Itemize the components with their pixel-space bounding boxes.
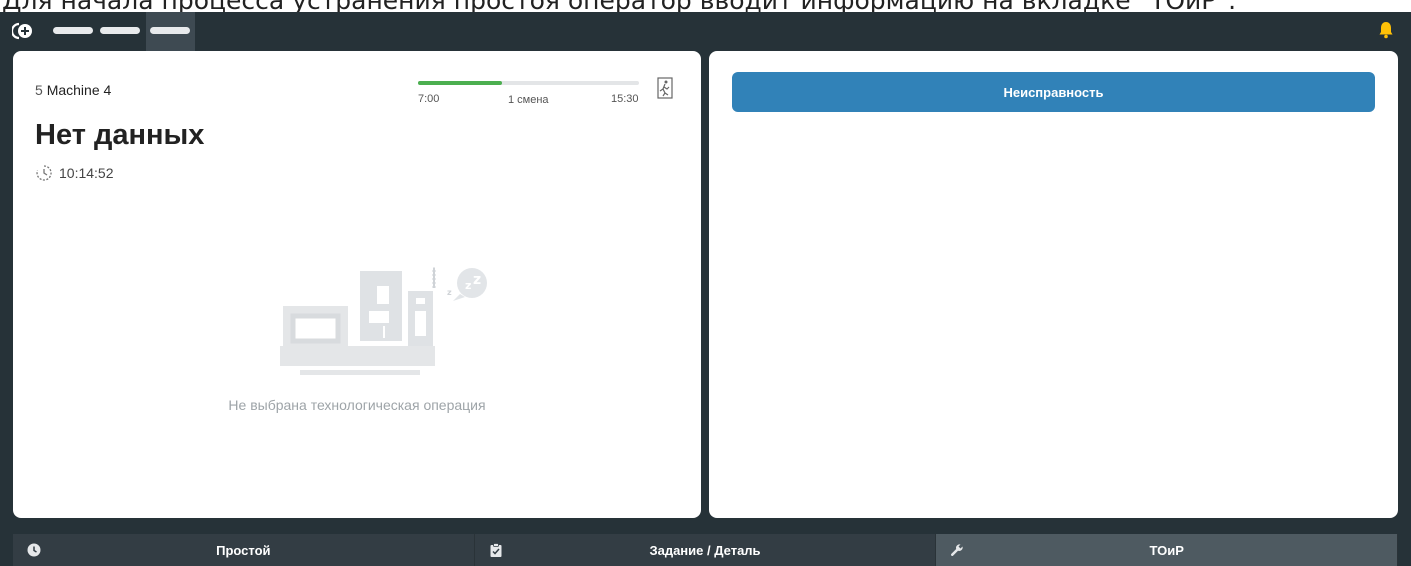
tab-toir-label: ТОиР bbox=[1149, 542, 1184, 558]
shift-name: 1 смена bbox=[508, 94, 549, 106]
empty-state-message: Не выбрана технологическая операция bbox=[228, 397, 486, 413]
exit-door-icon[interactable] bbox=[657, 77, 673, 99]
status-time: 10:14:52 bbox=[59, 165, 114, 181]
shift-progress-fill bbox=[418, 81, 502, 85]
machine-status-panel: 5 Machine 4 Нет данных 10:14:52 7:00 1 с… bbox=[13, 51, 701, 518]
app-window: 5 Machine 4 Нет данных 10:14:52 7:00 1 с… bbox=[0, 12, 1411, 566]
shift-start-time: 7:00 bbox=[418, 93, 440, 105]
bottom-tab-bar: Простой Задание / Деталь ТОиР bbox=[13, 534, 1399, 566]
toir-panel: Неисправность bbox=[709, 51, 1398, 518]
machine-title: 5 Machine 4 bbox=[35, 82, 111, 98]
tab-toir[interactable]: ТОиР bbox=[936, 534, 1399, 566]
sleeping-machine-icon: z z z bbox=[280, 267, 487, 375]
tab-task-part-label: Задание / Деталь bbox=[649, 542, 761, 558]
tab-task-part[interactable]: Задание / Деталь bbox=[474, 534, 937, 566]
machine-number: 5 bbox=[35, 82, 43, 98]
clipboard-check-icon bbox=[490, 543, 502, 557]
bell-icon[interactable] bbox=[1378, 21, 1394, 39]
nav-tab-3-label bbox=[150, 27, 190, 34]
tab-downtime[interactable]: Простой bbox=[13, 534, 475, 566]
svg-text:z: z bbox=[465, 279, 471, 292]
svg-text:z: z bbox=[473, 272, 481, 288]
tab-downtime-label: Простой bbox=[216, 542, 271, 558]
top-bar bbox=[0, 12, 1411, 51]
svg-text:z: z bbox=[447, 288, 452, 297]
clock-icon bbox=[27, 543, 41, 557]
caption-text: Для начала процесса устранения простоя о… bbox=[0, 0, 1411, 12]
nav-tab-2[interactable] bbox=[100, 27, 140, 34]
status-title: Нет данных bbox=[35, 119, 205, 151]
shift-end-time: 15:30 bbox=[611, 93, 639, 105]
wrench-icon bbox=[951, 544, 963, 557]
fault-button[interactable]: Неисправность bbox=[732, 72, 1375, 112]
nav-tab-1[interactable] bbox=[53, 27, 93, 34]
clock-icon bbox=[36, 165, 52, 181]
machine-name: Machine 4 bbox=[46, 82, 112, 98]
shift-progress-bar bbox=[418, 81, 639, 85]
add-circle-icon[interactable] bbox=[12, 21, 36, 41]
